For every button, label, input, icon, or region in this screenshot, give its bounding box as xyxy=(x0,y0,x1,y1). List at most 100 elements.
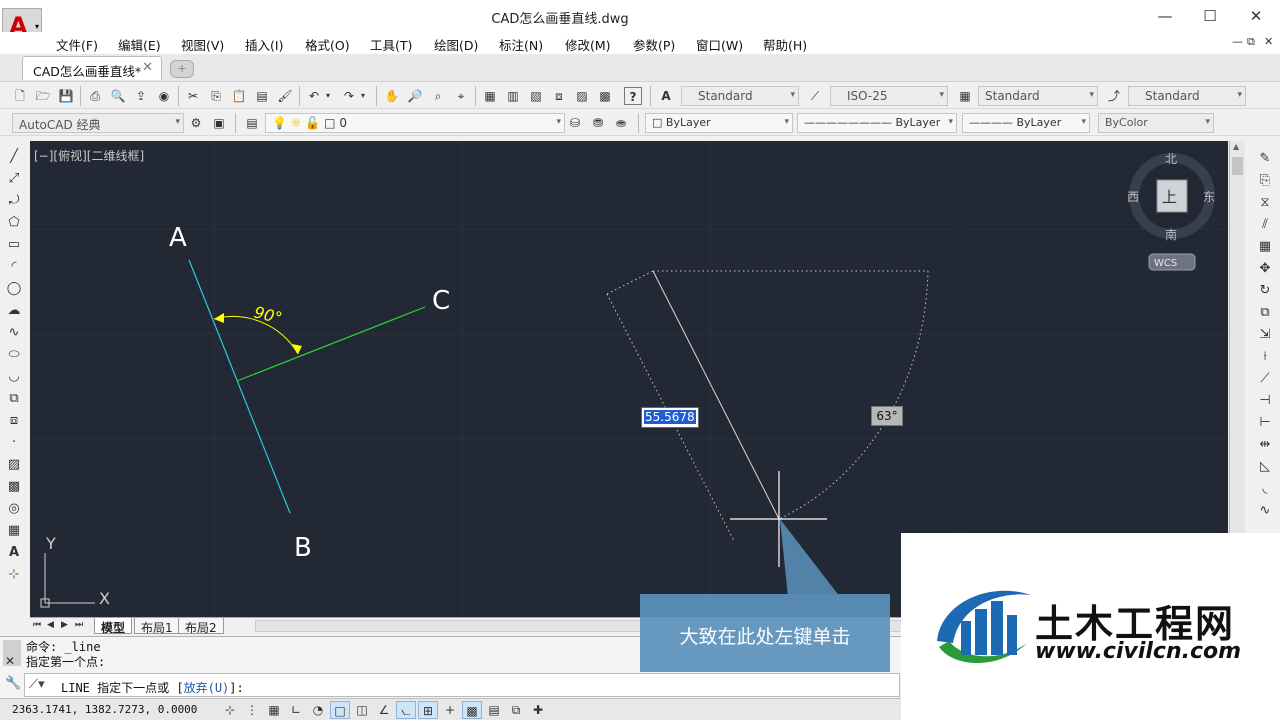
make-current-layer-icon[interactable]: ⛁ xyxy=(566,114,584,132)
calculator-icon[interactable]: ▩ xyxy=(596,87,614,105)
workspace-select[interactable]: AutoCAD 经典 ▾ xyxy=(12,113,184,133)
clean-screen-icon[interactable]: ▣ xyxy=(210,114,228,132)
viewport-controls-label[interactable]: [−][俯视][二维线框] xyxy=(34,147,144,164)
customize-icon[interactable]: 🔧 xyxy=(5,676,21,691)
grid-display-icon[interactable]: ▦ xyxy=(264,701,284,719)
cursor-coordinates[interactable]: 2363.1741, 1382.7273, 0.0000 xyxy=(12,703,197,716)
lineweight-select[interactable]: ———— ByLayer ▾ xyxy=(962,113,1090,133)
plotstyle-select[interactable]: ByColor ▾ xyxy=(1098,113,1214,133)
redo-dropdown-icon[interactable]: ▾ xyxy=(358,87,368,105)
construction-line-icon[interactable]: ⤢ xyxy=(4,170,24,188)
dynamic-ucs-icon[interactable]: ⦦ xyxy=(396,701,416,719)
tab-model[interactable]: 模型 xyxy=(94,618,133,635)
menu-parametric[interactable]: 参数(P) xyxy=(633,35,675,54)
menu-draw[interactable]: 绘图(D) xyxy=(434,35,478,54)
multiline-text-icon[interactable]: A xyxy=(4,544,24,562)
command-input[interactable]: ⟋▾ LINE 指定下一点或 [放弃(U)]: xyxy=(24,673,900,697)
dim-style-select[interactable]: ISO-25 ▾ xyxy=(830,86,948,106)
array-icon[interactable]: ▦ xyxy=(1255,238,1275,256)
layer-state-icon[interactable]: ⛂ xyxy=(612,114,630,132)
dynamic-length-input[interactable]: 55.5678 xyxy=(641,407,699,428)
previous-layout-icon[interactable]: ◀ xyxy=(47,620,54,630)
annotation-monitor-icon[interactable]: ✚ xyxy=(528,701,548,719)
copy-object-icon[interactable]: ⎘ xyxy=(1255,172,1275,190)
layer-select[interactable]: 💡 ☼ 🔓 □ 0 ▾ xyxy=(265,113,565,133)
menu-view[interactable]: 视图(V) xyxy=(181,35,224,54)
dim-style-icon[interactable]: ⟋ xyxy=(806,87,824,105)
break-icon[interactable]: ⊢ xyxy=(1255,414,1275,432)
polyline-icon[interactable]: ⤾ xyxy=(4,192,24,210)
mirror-icon[interactable]: ⧖ xyxy=(1255,194,1275,212)
insert-block-icon[interactable]: ⧉ xyxy=(4,390,24,408)
plot-preview-icon[interactable]: 🔍 xyxy=(109,87,127,105)
selection-cycling-icon[interactable]: ⧉ xyxy=(506,701,526,719)
stretch-icon[interactable]: ⇲ xyxy=(1255,326,1275,344)
color-select[interactable]: □ ByLayer ▾ xyxy=(645,113,793,133)
circle-icon[interactable]: ◯ xyxy=(4,280,24,298)
add-selected-icon[interactable]: ⊹ xyxy=(4,566,24,584)
arc-icon[interactable]: ◜ xyxy=(4,258,24,276)
markup-icon[interactable]: ▨ xyxy=(573,87,591,105)
properties-icon[interactable]: ▦ xyxy=(481,87,499,105)
menu-tools[interactable]: 工具(T) xyxy=(370,35,412,54)
move-icon[interactable]: ✥ xyxy=(1255,260,1275,278)
new-file-icon[interactable]: 🗋 xyxy=(11,87,29,105)
angle-dimension-arc[interactable] xyxy=(213,316,299,355)
extend-icon[interactable]: ⟋ xyxy=(1255,370,1275,388)
rectangle-icon[interactable]: ▭ xyxy=(4,236,24,254)
first-layout-icon[interactable]: ⏮ xyxy=(33,620,41,630)
mleader-style-select[interactable]: Standard ▾ xyxy=(1128,86,1246,106)
paste-special-icon[interactable]: ▤ xyxy=(253,87,271,105)
menu-file[interactable]: 文件(F) xyxy=(56,35,98,54)
close-icon[interactable]: ✕ xyxy=(5,654,15,668)
close-button[interactable]: ✕ xyxy=(1241,6,1271,26)
print-icon[interactable]: ⎙ xyxy=(86,87,104,105)
compass-south[interactable]: 南 xyxy=(1165,227,1177,242)
linetype-select[interactable]: ———————— ByLayer ▾ xyxy=(797,113,957,133)
doc-restore-button[interactable]: ⧉ xyxy=(1247,35,1255,49)
compass-east[interactable]: 东 xyxy=(1203,190,1215,204)
3d-object-snap-icon[interactable]: ◫ xyxy=(352,701,372,719)
publish-icon[interactable]: ⇪ xyxy=(132,87,150,105)
help-icon[interactable]: ? xyxy=(624,87,642,105)
gradient-icon[interactable]: ▩ xyxy=(4,478,24,496)
transparency-icon[interactable]: ▩ xyxy=(462,701,482,719)
tool-palettes-icon[interactable]: ▧ xyxy=(527,87,545,105)
object-snap-tracking-icon[interactable]: ∠ xyxy=(374,701,394,719)
quick-properties-icon[interactable]: ▤ xyxy=(484,701,504,719)
save-icon[interactable]: 💾 xyxy=(57,87,75,105)
paste-icon[interactable]: 📋 xyxy=(230,87,248,105)
menu-modify[interactable]: 修改(M) xyxy=(565,35,611,54)
lineweight-icon[interactable]: + xyxy=(440,701,460,719)
3d-print-icon[interactable]: ◉ xyxy=(155,87,173,105)
compass-north[interactable]: 北 xyxy=(1165,152,1177,166)
hatch-icon[interactable]: ▨ xyxy=(4,456,24,474)
ellipse-icon[interactable]: ⬭ xyxy=(4,346,24,364)
layer-previous-icon[interactable]: ⛃ xyxy=(589,114,607,132)
region-icon[interactable]: ◎ xyxy=(4,500,24,518)
break-at-point-icon[interactable]: ⊣ xyxy=(1255,392,1275,410)
copy-icon[interactable]: ⎘ xyxy=(207,87,225,105)
undo-dropdown-icon[interactable]: ▾ xyxy=(323,87,333,105)
zoom-previous-icon[interactable]: ⌖ xyxy=(452,87,470,105)
polar-tracking-icon[interactable]: ◔ xyxy=(308,701,328,719)
line-ab[interactable] xyxy=(188,259,291,514)
offset-icon[interactable]: ⫽ xyxy=(1255,216,1275,234)
make-block-icon[interactable]: ⧈ xyxy=(4,412,24,430)
point-icon[interactable]: · xyxy=(4,434,24,452)
line-icon[interactable]: ╱ xyxy=(4,148,24,166)
undo-option[interactable]: 放弃(U) xyxy=(184,681,230,695)
text-style-select[interactable]: Standard ▾ xyxy=(681,86,799,106)
undo-icon[interactable]: ↶ xyxy=(305,87,323,105)
menu-dimension[interactable]: 标注(N) xyxy=(499,35,543,54)
ortho-mode-icon[interactable]: ∟ xyxy=(286,701,306,719)
tab-layout2[interactable]: 布局2 xyxy=(178,618,224,635)
table-style-icon[interactable]: ▦ xyxy=(956,87,974,105)
spline-icon[interactable]: ∿ xyxy=(4,324,24,342)
workspace-settings-icon[interactable]: ⚙ xyxy=(187,114,205,132)
dynamic-input-icon[interactable]: ⊞ xyxy=(418,701,438,719)
sheet-set-icon[interactable]: ⧈ xyxy=(550,87,568,105)
infer-constraints-icon[interactable]: ⊹ xyxy=(220,701,240,719)
menu-help[interactable]: 帮助(H) xyxy=(763,35,807,54)
mleader-style-icon[interactable]: ⤴ xyxy=(1105,87,1123,105)
